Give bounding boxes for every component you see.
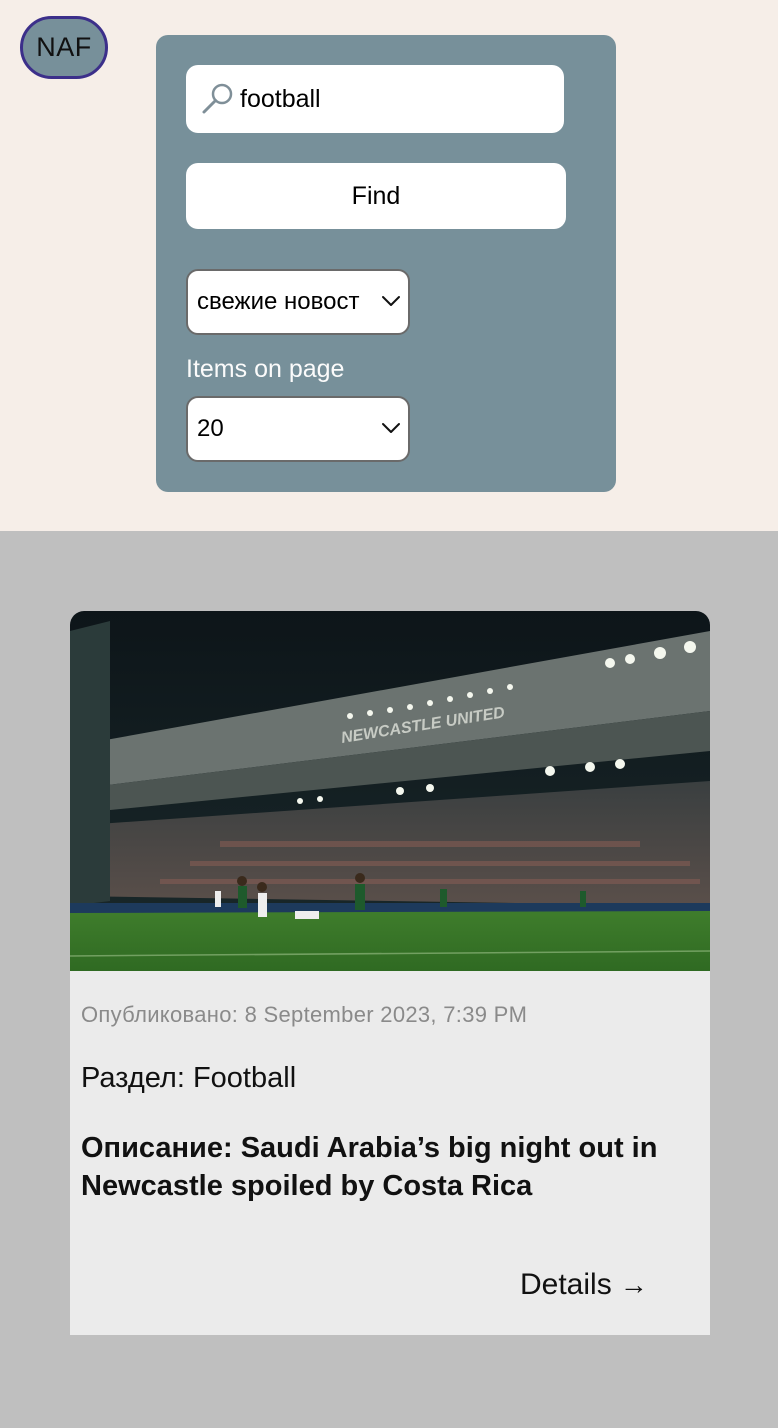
sort-select-value: свежие новост bbox=[197, 288, 360, 315]
published-date: Опубликовано: 8 September 2023, 7:39 PM bbox=[81, 1002, 528, 1027]
article-section: Раздел: Football bbox=[81, 1062, 297, 1094]
search-icon bbox=[202, 83, 233, 114]
search-field[interactable] bbox=[186, 65, 564, 133]
article-card: NEWCASTLE UNITED Опубликовано: 8 Septemb… bbox=[70, 611, 710, 1335]
chevron-down-icon bbox=[382, 296, 400, 306]
items-per-page-label: Items on page bbox=[186, 355, 345, 383]
find-button[interactable]: Find bbox=[186, 163, 566, 229]
search-input[interactable] bbox=[240, 65, 550, 133]
items-per-page-value: 20 bbox=[197, 415, 224, 442]
chevron-down-icon bbox=[382, 423, 400, 433]
details-link[interactable]: Details → bbox=[520, 1268, 648, 1302]
items-per-page-select[interactable]: 20 bbox=[186, 396, 410, 462]
logo[interactable]: NAF bbox=[20, 16, 108, 79]
header-area: NAF Find свежие новост Items on page 20 bbox=[0, 0, 778, 531]
sort-select[interactable]: свежие новост bbox=[186, 269, 410, 335]
search-panel: Find свежие новост Items on page 20 bbox=[156, 35, 616, 492]
arrow-right-icon: → bbox=[619, 1269, 648, 1300]
article-image: NEWCASTLE UNITED bbox=[70, 611, 710, 971]
article-description: Описание: Saudi Arabia’s big night out i… bbox=[81, 1132, 658, 1202]
details-label: Details bbox=[520, 1268, 612, 1301]
